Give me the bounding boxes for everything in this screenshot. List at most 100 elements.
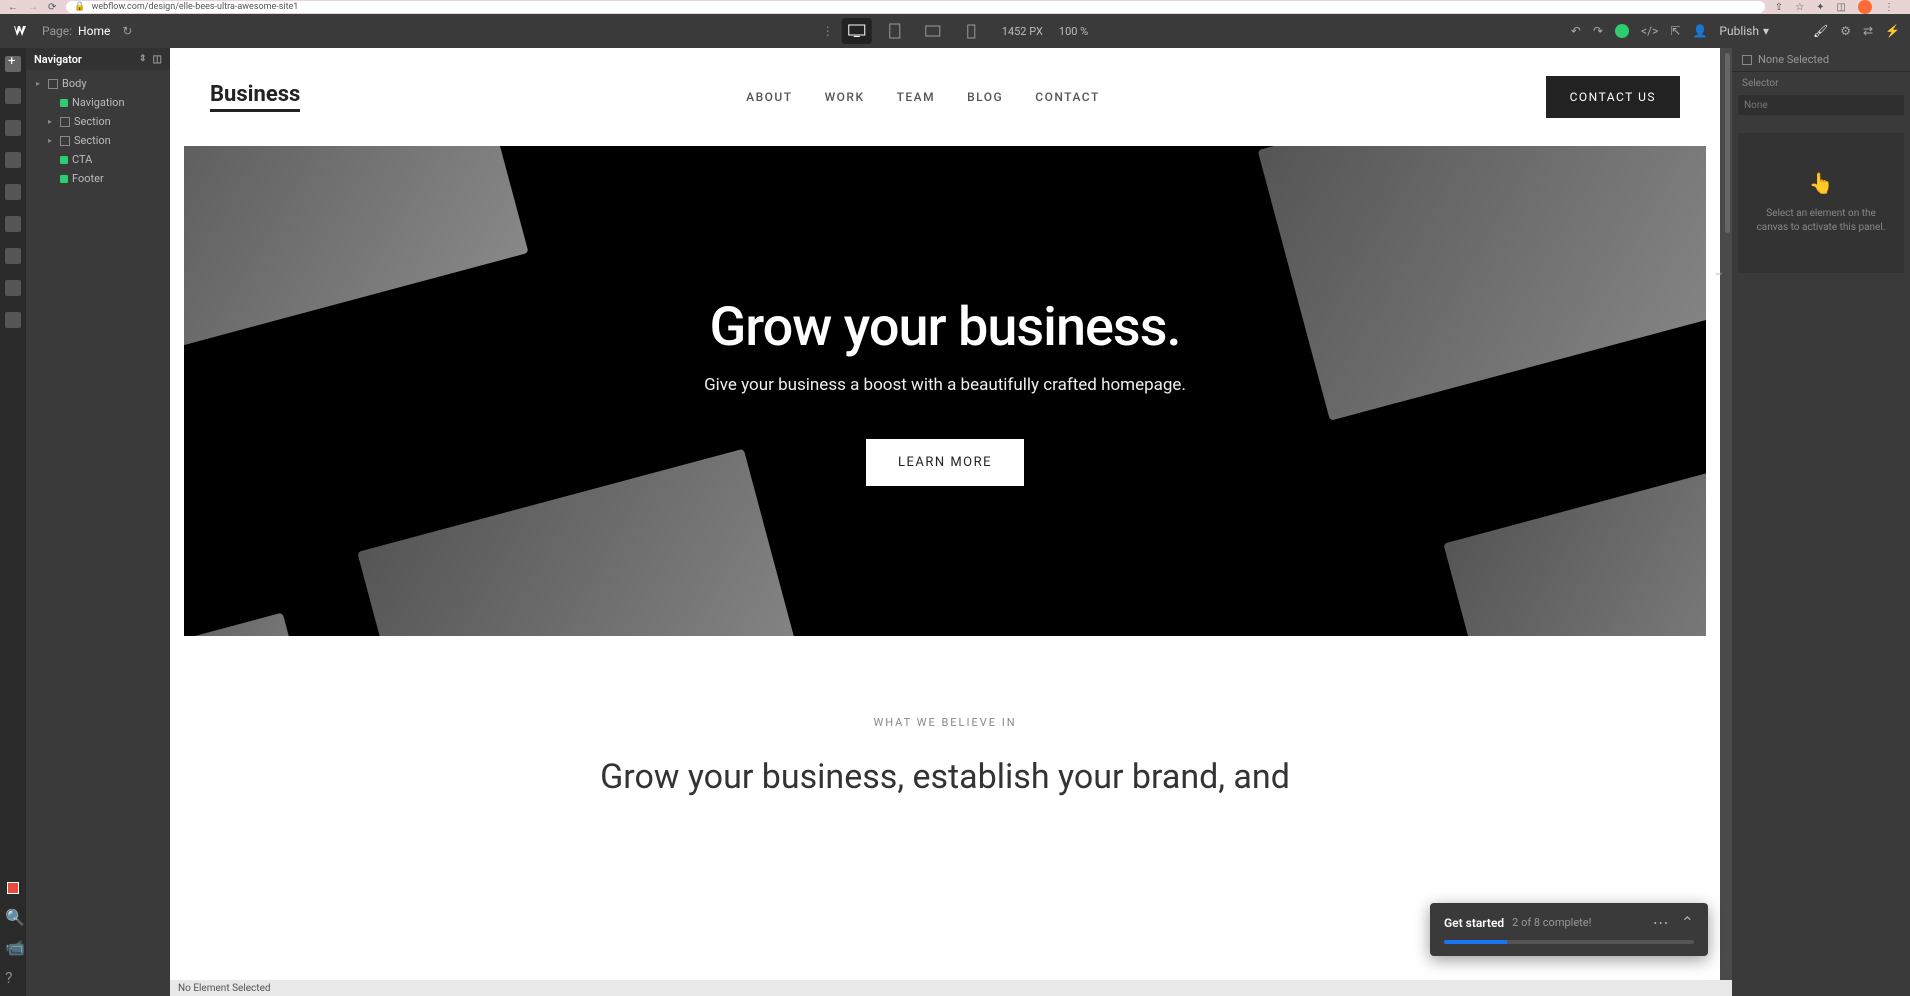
pages-icon[interactable] [5,88,21,104]
star-icon[interactable]: ☆ [1795,2,1804,13]
hero-subtitle[interactable]: Give your business a boost with a beauti… [704,375,1186,395]
audit-icon[interactable] [7,882,19,894]
refresh-icon[interactable]: ↻ [122,24,132,38]
component-icon [60,99,68,107]
component-icon [60,156,68,164]
hero-title[interactable]: Grow your business. [704,296,1186,359]
add-element-icon[interactable]: + [5,56,21,72]
tree-arrow-icon[interactable]: ▸ [36,79,44,88]
status-text: No Element Selected [178,983,271,994]
url-text: webflow.com/design/elle-bees-ultra-aweso… [92,2,299,12]
tree-node-footer[interactable]: Footer [26,169,170,188]
get-started-card: Get started 2 of 8 complete! ⋯ ⌃ [1430,903,1708,956]
reload-icon[interactable]: ⟳ [48,2,56,13]
scrollbar-thumb[interactable] [1725,53,1730,233]
breakpoint-menu-icon[interactable]: ⋮ [822,24,834,38]
selection-box-icon [1742,55,1752,65]
ecommerce-icon[interactable] [5,248,21,264]
breakpoint-mobile[interactable] [956,18,986,44]
export-icon[interactable]: ⇱ [1670,24,1680,38]
navigator-icon[interactable] [5,120,21,136]
navigator-title: Navigator [34,53,82,66]
nav-link-blog[interactable]: BLOG [967,90,1003,104]
navigator-collapse-icon[interactable]: ◫ [153,54,162,65]
status-indicator-icon[interactable] [1615,24,1629,38]
learn-more-button[interactable]: LEARN MORE [866,439,1024,486]
site-navbar: Business ABOUT WORK TEAM BLOG CONTACT CONTAC… [170,48,1720,146]
settings-panel-icon[interactable]: ⚙ [1840,24,1851,38]
tree-node-label: Navigation [72,96,125,109]
tree-node-label: CTA [72,153,92,166]
style-panel-icon[interactable]: 🖌 [1813,24,1828,38]
code-icon[interactable]: </> [1641,24,1658,38]
tree-node-label: Section [74,115,111,128]
video-icon[interactable]: 📹 [5,938,21,954]
profile-avatar[interactable] [1858,0,1872,14]
assets-icon[interactable] [5,184,21,200]
breakpoint-desktop[interactable] [842,18,872,44]
undo-icon[interactable]: ↶ [1571,24,1581,38]
contact-us-button[interactable]: CONTACT US [1546,76,1680,118]
selector-input[interactable]: None [1738,95,1904,115]
help-icon[interactable]: ? [5,968,21,984]
hero-section: Grow your business. Give your business a… [184,146,1706,636]
section-title[interactable]: Grow your business, establish your brand… [210,757,1680,797]
believe-section: WHAT WE BELIEVE IN Grow your business, e… [170,636,1720,817]
effects-panel-icon[interactable]: ⚡ [1885,24,1900,38]
tree-node-cta[interactable]: CTA [26,150,170,169]
webflow-logo-icon[interactable] [10,21,30,41]
search-icon[interactable]: 🔍 [5,908,21,924]
users-icon[interactable] [5,280,21,296]
components-icon[interactable] [5,152,21,168]
redo-icon[interactable]: ↷ [1593,24,1603,38]
publish-button[interactable]: Publish ▾ [1719,24,1769,38]
cms-icon[interactable] [5,216,21,232]
breakpoint-tablet-landscape[interactable] [918,18,948,44]
design-canvas[interactable]: Business ABOUT WORK TEAM BLOG CONTACT CONTAC… [170,48,1720,980]
window-icon[interactable]: ◫ [1837,2,1846,13]
app-toolbar: Page: Home ↻ ⋮ 1452 PX 100 % ↶ ↷ </> ⇱ 👤… [0,14,1910,48]
interactions-panel-icon[interactable]: ⇄ [1863,24,1873,38]
tree-node-section[interactable]: ▸ Section [26,112,170,131]
navigator-expand-icon[interactable]: ⇕ [139,54,147,65]
navigator-tree: ▸BodyNavigation▸Section▸SectionCTAFooter [26,70,170,192]
tree-arrow-icon[interactable]: ▸ [48,136,56,145]
extension-icon[interactable]: ✦ [1816,2,1824,13]
canvas-resize-handle[interactable]: ⇔ [1714,268,1724,279]
settings-icon[interactable] [5,312,21,328]
tree-arrow-icon[interactable]: ▸ [48,117,56,126]
nav-link-work[interactable]: WORK [825,90,865,104]
canvas-scrollbar[interactable] [1724,48,1730,980]
nav-link-about[interactable]: ABOUT [746,90,792,104]
share-icon[interactable]: ⇧ [1775,2,1783,13]
nav-link-contact[interactable]: CONTACT [1035,90,1100,104]
tree-node-section[interactable]: ▸Section [26,131,170,150]
forward-icon[interactable]: → [28,2,38,13]
breakpoint-controls: ⋮ 1452 PX 100 % [822,18,1088,44]
zoom-level[interactable]: 100 % [1059,25,1088,38]
tree-node-label: Footer [72,172,104,185]
get-started-collapse-icon[interactable]: ⌃ [1681,913,1694,932]
element-icon [48,79,58,89]
url-bar[interactable]: 🔒 webflow.com/design/elle-bees-ultra-awe… [66,1,1764,13]
breakpoint-tablet[interactable] [880,18,910,44]
nav-link-team[interactable]: TEAM [897,90,936,104]
get-started-progress-fill [1444,940,1507,944]
tree-node-navigation[interactable]: Navigation [26,93,170,112]
element-icon [60,117,70,127]
page-label: Page: [42,24,72,38]
back-icon[interactable]: ← [8,2,18,13]
get-started-menu-icon[interactable]: ⋯ [1653,913,1669,932]
page-name[interactable]: Home [78,24,110,38]
empty-state: 👆 Select an element on the canvas to act… [1738,133,1904,273]
get-started-progress: 2 of 8 complete! [1512,916,1591,929]
tree-node-body[interactable]: ▸ Body [26,74,170,93]
site-logo[interactable]: Business [210,82,300,112]
tree-node-label: Body [62,77,87,90]
canvas-width[interactable]: 1452 PX [1002,25,1043,38]
share-person-icon[interactable]: 👤 [1692,24,1707,38]
section-eyebrow[interactable]: WHAT WE BELIEVE IN [210,716,1680,729]
menu-dots-icon[interactable]: ⋮ [1884,2,1894,13]
element-icon [60,136,70,146]
selection-indicator: None Selected [1732,48,1910,72]
